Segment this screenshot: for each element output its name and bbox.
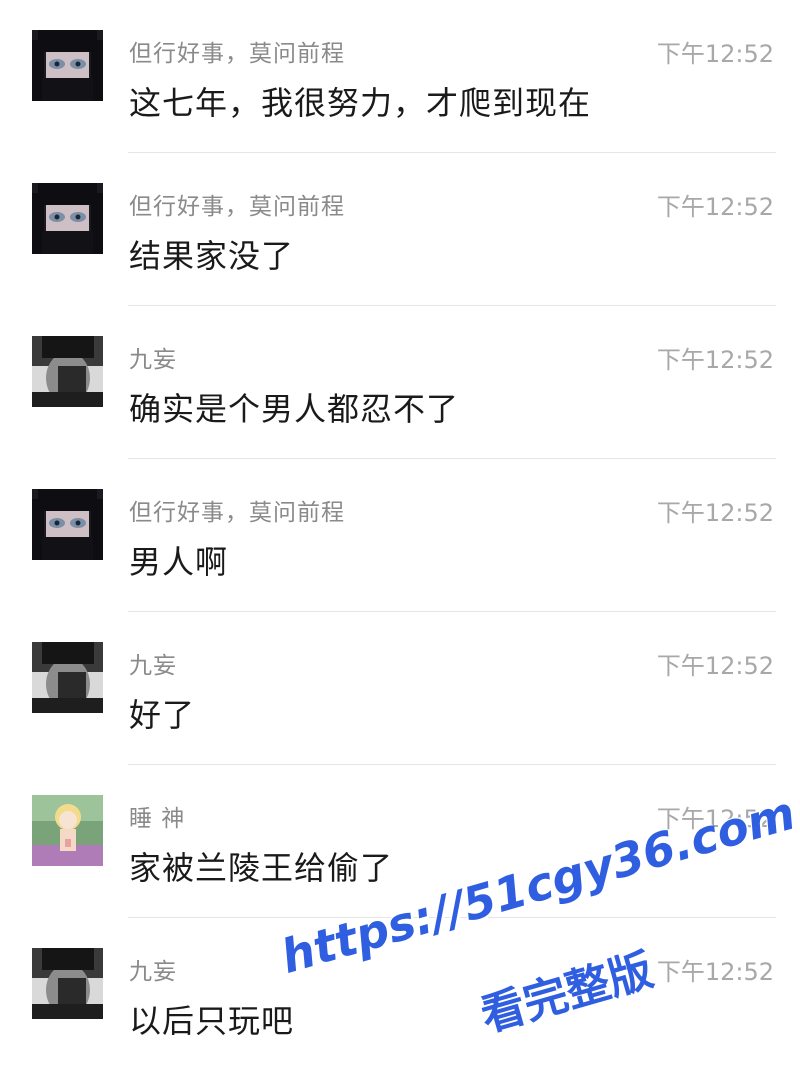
avatar-man-hand-on-face-icon <box>32 948 103 1019</box>
chat-message[interactable]: 但行好事，莫问前程 下午12:52 结果家没了 <box>0 153 800 305</box>
message-text: 男人啊 <box>129 543 229 581</box>
avatar[interactable] <box>32 948 103 1019</box>
chat-message[interactable]: 但行好事，莫问前程 下午12:52 男人啊 <box>0 459 800 611</box>
chat-message[interactable]: 九妄 下午12:52 确实是个男人都忍不了 <box>0 306 800 458</box>
avatar[interactable] <box>32 30 103 101</box>
message-time: 下午12:52 <box>656 499 774 527</box>
avatar-dark-haired-girl-icon <box>32 183 103 254</box>
avatar-anime-blonde-child-icon <box>32 795 103 866</box>
avatar[interactable] <box>32 795 103 866</box>
message-text: 这七年，我很努力，才爬到现在 <box>129 84 592 122</box>
message-text: 家被兰陵王给偷了 <box>129 849 394 887</box>
chat-message[interactable]: 但行好事，莫问前程 下午12:52 这七年，我很努力，才爬到现在 <box>0 0 800 152</box>
message-time: 下午12:52 <box>656 652 774 680</box>
avatar[interactable] <box>32 183 103 254</box>
message-time: 下午12:52 <box>656 346 774 374</box>
sender-name: 但行好事，莫问前程 <box>129 500 345 526</box>
sender-name: 睡 神 <box>129 806 186 832</box>
message-text: 以后只玩吧 <box>129 1002 295 1040</box>
message-time: 下午12:52 <box>656 40 774 68</box>
avatar-man-hand-on-face-icon <box>32 336 103 407</box>
message-text: 结果家没了 <box>129 237 295 275</box>
sender-name: 但行好事，莫问前程 <box>129 41 345 67</box>
sender-name: 但行好事，莫问前程 <box>129 194 345 220</box>
message-time: 下午12:52 <box>656 193 774 221</box>
chat-message[interactable]: 九妄 下午12:52 好了 <box>0 612 800 764</box>
message-time: 下午12:52 <box>656 958 774 986</box>
message-text: 确实是个男人都忍不了 <box>129 390 460 428</box>
avatar-dark-haired-girl-icon <box>32 489 103 560</box>
message-time: 下午12:52 <box>656 805 774 833</box>
avatar[interactable] <box>32 489 103 560</box>
avatar[interactable] <box>32 336 103 407</box>
avatar[interactable] <box>32 642 103 713</box>
avatar-dark-haired-girl-icon <box>32 30 103 101</box>
chat-message[interactable]: 九妄 下午12:52 以后只玩吧 <box>0 918 800 1070</box>
sender-name: 九妄 <box>129 653 177 679</box>
sender-name: 九妄 <box>129 347 177 373</box>
avatar-man-hand-on-face-icon <box>32 642 103 713</box>
sender-name: 九妄 <box>129 959 177 985</box>
message-text: 好了 <box>129 696 196 734</box>
chat-message[interactable]: 睡 神 下午12:52 家被兰陵王给偷了 <box>0 765 800 917</box>
